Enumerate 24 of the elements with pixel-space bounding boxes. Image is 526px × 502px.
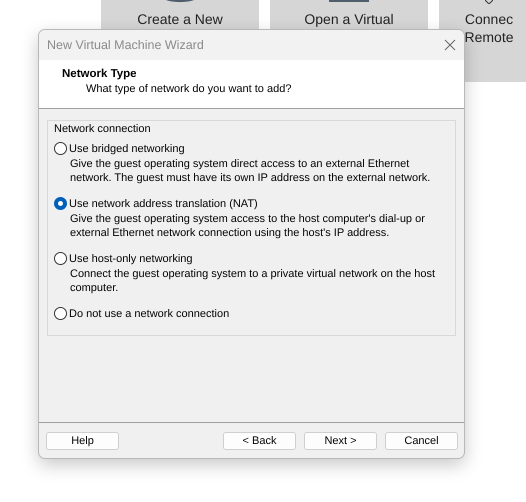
option-description: Give the guest operating system direct access to an external Ethernet network. The guest must have its own IP address on the external network. — [69, 157, 432, 185]
tile-label: Open a Virtual — [304, 10, 394, 28]
help-button[interactable]: Help — [46, 432, 119, 450]
option-label[interactable]: Use bridged networking — [69, 142, 185, 154]
nav-button[interactable]: < Back — [223, 432, 296, 450]
tile-label: Create a New — [137, 10, 223, 28]
close-icon[interactable] — [444, 39, 456, 51]
window-title: New Virtual Machine Wizard — [47, 38, 204, 52]
group-label: Network connection — [54, 123, 152, 135]
option-label[interactable]: Do not use a network connection — [69, 308, 230, 320]
option-label[interactable]: Use host-only networking — [69, 252, 193, 264]
radio-button[interactable] — [54, 307, 67, 320]
radio-button[interactable] — [54, 197, 67, 210]
nav-button[interactable]: Next > — [304, 432, 377, 450]
page-subtitle: What type of network do you want to add? — [85, 83, 292, 95]
option-description: Connect the guest operating system to a private virtual network on the host computer. — [69, 267, 436, 295]
option-description: Give the guest operating system access to the host computer's dial-up or external Ethernet network connection using the host's IP address. — [69, 212, 426, 240]
radio-button[interactable] — [54, 142, 67, 155]
page-title: Network Type — [62, 68, 138, 80]
tile-label: Connec — [464, 10, 514, 28]
nav-button[interactable]: Cancel — [385, 432, 458, 450]
tile-label: Remote — [464, 28, 514, 46]
radio-button[interactable] — [54, 252, 67, 265]
option-label[interactable]: Use network address translation (NAT) — [69, 198, 258, 210]
